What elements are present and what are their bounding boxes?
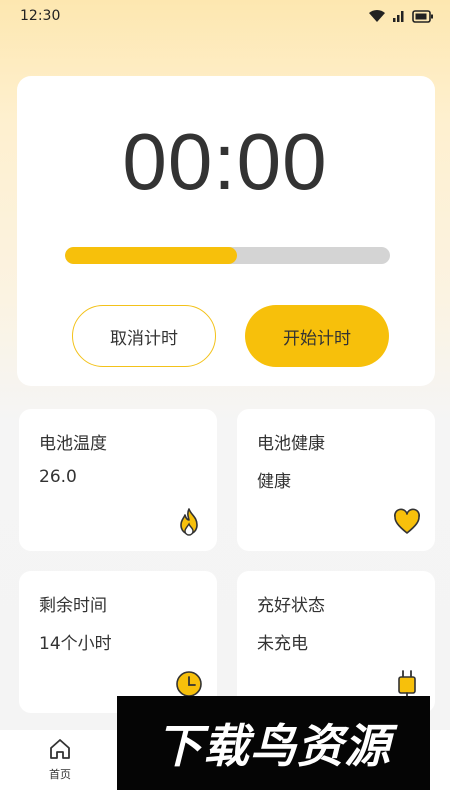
heart-icon — [394, 508, 420, 534]
battery-icon — [412, 9, 433, 23]
timer-display: 00:00 — [122, 117, 328, 206]
start-timer-button[interactable]: 开始计时 — [245, 305, 389, 367]
battery-health-card[interactable]: 电池健康 健康 — [237, 409, 435, 551]
remaining-time-card[interactable]: 剩余时间 14个小时 — [19, 571, 217, 713]
card-title: 电池健康 — [257, 434, 325, 454]
nav-label-home: 首页 — [49, 768, 71, 781]
cancel-timer-button[interactable]: 取消计时 — [72, 305, 216, 367]
progress-bar — [65, 247, 390, 264]
status-time: 12:30 — [20, 8, 61, 24]
watermark-text: 下载鸟资源 — [156, 719, 391, 773]
card-value: 未充电 — [257, 634, 308, 654]
status-icons — [368, 9, 434, 23]
card-value: 健康 — [257, 472, 291, 492]
battery-temperature-card[interactable]: 电池温度 26.0 — [19, 409, 217, 551]
watermark-banner: 下载鸟资源 — [117, 696, 430, 790]
signal-icon — [393, 11, 404, 22]
nav-item-home[interactable]: 首页 — [40, 738, 80, 782]
flame-icon — [180, 508, 198, 536]
home-icon — [50, 739, 70, 759]
status-bar: 12:30 — [0, 0, 450, 32]
charging-status-card[interactable]: 充好状态 未充电 — [237, 571, 435, 713]
card-title: 电池温度 — [39, 434, 107, 454]
progress-fill — [65, 247, 238, 264]
plug-icon — [398, 670, 416, 699]
wifi-icon — [369, 9, 385, 22]
card-value: 26.0 — [39, 467, 77, 487]
card-title: 剩余时间 — [39, 596, 107, 616]
card-value: 14个小时 — [39, 634, 112, 654]
clock-icon — [176, 671, 202, 697]
card-title: 充好状态 — [257, 596, 325, 616]
